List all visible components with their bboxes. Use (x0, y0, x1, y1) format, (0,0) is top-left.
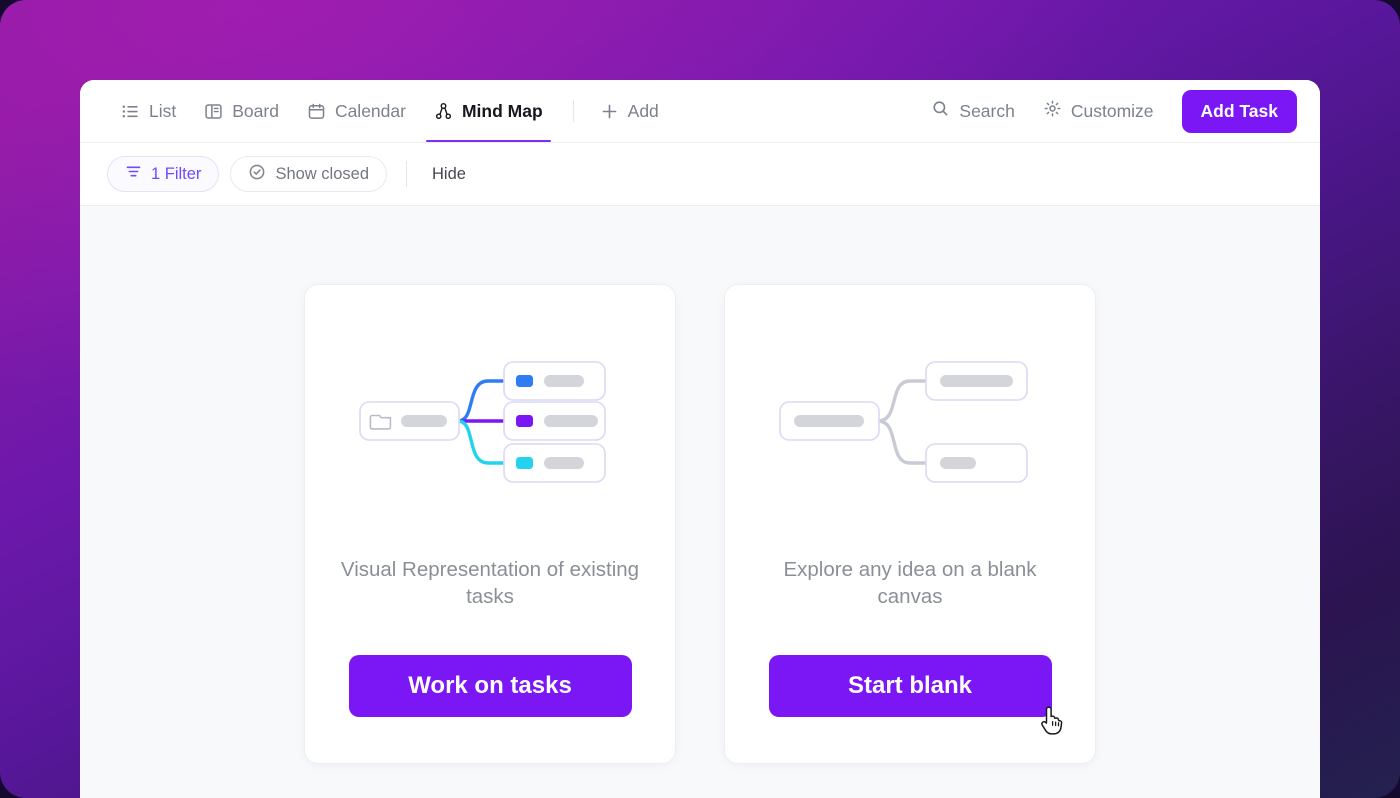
app-window: List Board Calendar Mind Map Add Search … (80, 80, 1320, 798)
mind-map-diagram-blank (779, 361, 1028, 483)
card-start-blank[interactable]: Explore any idea on a blank canvas Start… (724, 284, 1096, 764)
work-on-tasks-button[interactable]: Work on tasks (348, 655, 632, 717)
tab-add-label: Add (627, 100, 659, 121)
customize-button-label: Customize (1070, 100, 1154, 121)
mind-map-root-node (359, 401, 460, 441)
view-toolbar: List Board Calendar Mind Map Add Search … (80, 80, 1320, 143)
filter-chip-label: 1 Filter (151, 164, 202, 183)
tab-add[interactable]: Add (586, 80, 673, 142)
tab-calendar[interactable]: Calendar (293, 80, 420, 142)
toolbar-divider (572, 100, 574, 122)
hide-button[interactable]: Hide (426, 165, 472, 184)
mind-map-child-node-1 (503, 361, 606, 401)
tab-list[interactable]: List (107, 80, 190, 142)
filter-icon (125, 163, 142, 185)
customize-button[interactable]: Customize (1031, 92, 1166, 130)
show-closed-label: Show closed (275, 164, 369, 183)
filter-bar: 1 Filter Show closed Hide (80, 143, 1320, 206)
search-icon (931, 99, 950, 123)
search-button[interactable]: Search (919, 92, 1026, 130)
mind-map-child-node-3 (503, 443, 606, 483)
tab-calendar-label: Calendar (334, 100, 406, 121)
show-closed-chip[interactable]: Show closed (230, 156, 387, 192)
plus-icon (600, 102, 619, 121)
card-work-on-tasks-caption: Visual Representation of existing tasks (340, 558, 640, 608)
list-icon (121, 102, 140, 121)
board-icon (204, 102, 223, 121)
toolbar-actions: Search Customize Add Task (919, 89, 1297, 133)
tab-mind-map[interactable]: Mind Map (420, 80, 557, 142)
filter-bar-divider (406, 161, 407, 187)
search-button-label: Search (959, 100, 1015, 121)
tab-list-label: List (149, 100, 177, 121)
card-work-on-tasks[interactable]: Visual Representation of existing tasks … (304, 284, 676, 764)
view-tabs: List Board Calendar Mind Map Add (107, 80, 673, 142)
card-start-blank-caption: Explore any idea on a blank canvas (783, 558, 1037, 608)
mind-map-child-node-1 (925, 361, 1028, 401)
mind-map-child-node-2 (925, 443, 1028, 483)
tab-mind-map-label: Mind Map (461, 100, 543, 121)
check-circle-icon (248, 163, 266, 186)
mind-map-preview-blank (760, 285, 1060, 557)
filter-chip[interactable]: 1 Filter (107, 156, 220, 192)
calendar-icon (307, 102, 326, 121)
add-task-button[interactable]: Add Task (1181, 89, 1297, 133)
start-blank-button[interactable]: Start blank (768, 655, 1062, 735)
mindmap-icon (434, 102, 453, 121)
tab-board-label: Board (232, 100, 279, 121)
pointing-hand-cursor (1034, 701, 1068, 737)
mind-map-empty-state: Visual Representation of existing tasks … (80, 206, 1320, 798)
mind-map-child-node-2 (503, 401, 606, 441)
mind-map-diagram-colored (359, 361, 606, 483)
mind-map-preview-colored (340, 285, 640, 557)
gear-icon (1043, 99, 1062, 123)
mind-map-root-node (779, 401, 880, 441)
tab-board[interactable]: Board (190, 80, 293, 142)
